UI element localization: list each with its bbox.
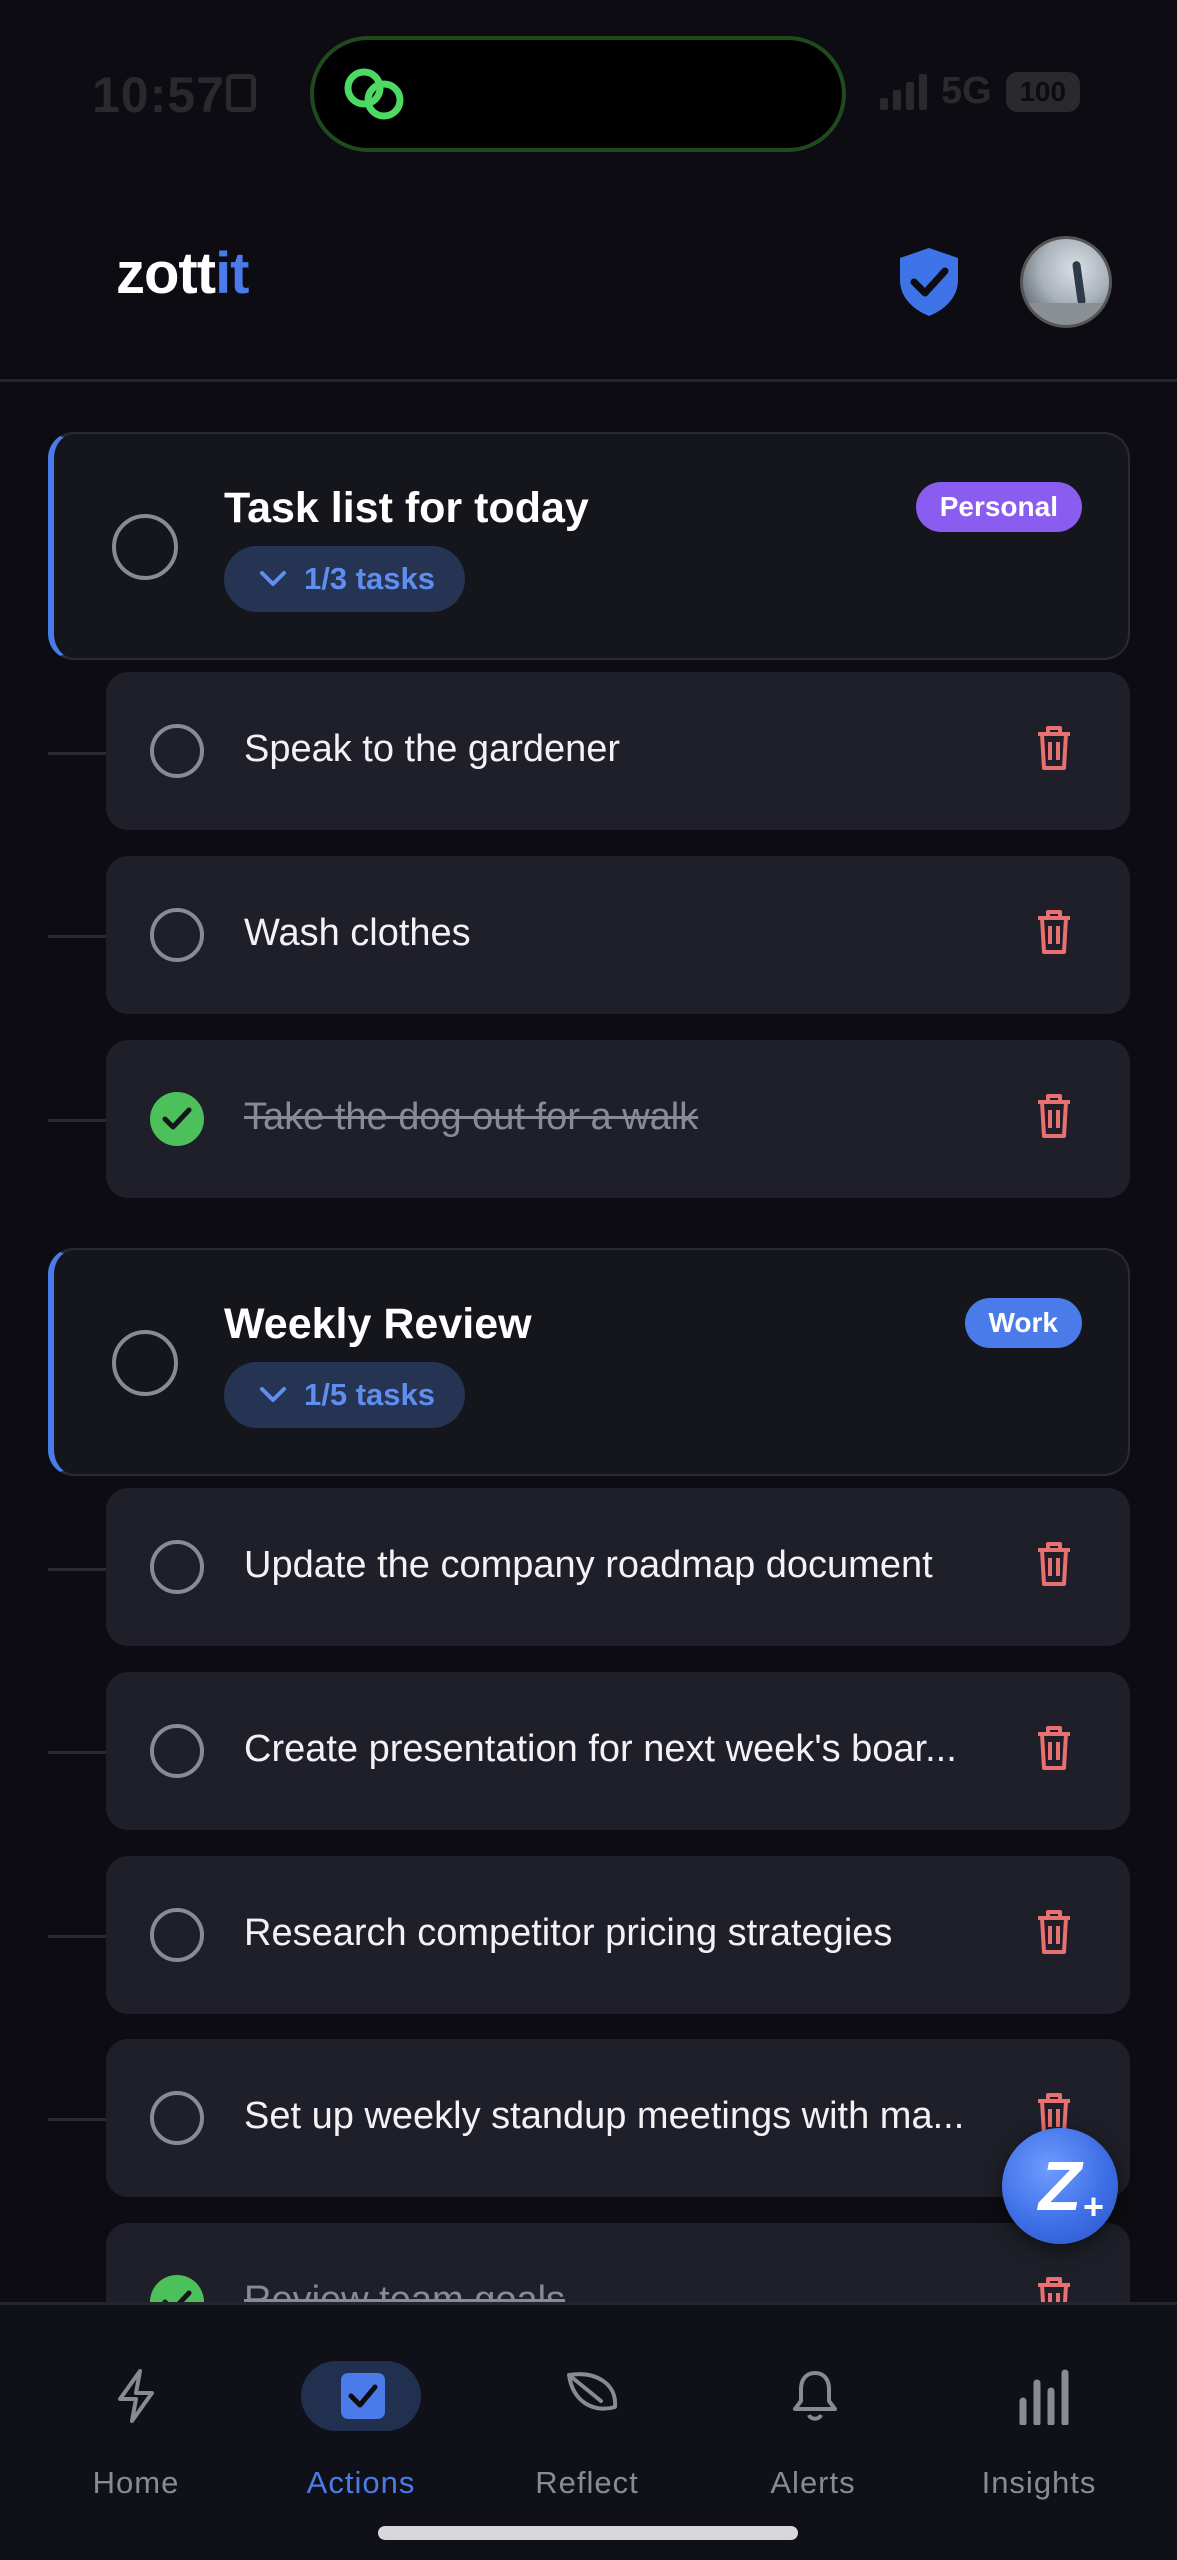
trash-icon[interactable] <box>1034 724 1074 772</box>
connector-line <box>48 1119 106 1122</box>
task-checkbox-checked[interactable] <box>150 2275 204 2302</box>
app-header: zottit <box>0 190 1177 382</box>
group-count-toggle[interactable]: 1/5 tasks <box>224 1362 465 1428</box>
task-checkbox[interactable] <box>150 724 204 778</box>
task-row[interactable]: Speak to the gardener <box>106 672 1130 830</box>
status-bar: 10:57 5G 100 <box>0 0 1177 190</box>
task-checkbox[interactable] <box>150 2091 204 2145</box>
task-checkbox[interactable] <box>150 1540 204 1594</box>
task-text: Update the company roadmap document <box>244 1544 933 1586</box>
bar-chart-icon <box>1019 2369 1069 2425</box>
network-label: 5G <box>941 70 992 112</box>
trash-icon[interactable] <box>1034 1908 1074 1956</box>
nav-insights[interactable]: Insights <box>939 2305 1139 2505</box>
category-badge: Work <box>964 1298 1082 1348</box>
lock-icon <box>226 74 256 112</box>
task-row[interactable]: Take the dog out for a walk <box>106 1040 1130 1198</box>
task-row[interactable]: Set up weekly standup meetings with ma..… <box>106 2039 1130 2197</box>
bottom-navigation: Home Actions Reflect Alerts Insights <box>0 2302 1177 2560</box>
connector-line <box>48 1751 106 1754</box>
task-checkbox-checked[interactable] <box>150 1092 204 1146</box>
battery-icon: 100 <box>1005 71 1080 112</box>
task-group-card[interactable]: Task list for today 1/3 tasks Personal <box>48 432 1130 660</box>
nav-reflect[interactable]: Reflect <box>487 2305 687 2505</box>
task-checkbox[interactable] <box>150 1724 204 1778</box>
add-task-fab[interactable]: Z + <box>1002 2128 1118 2244</box>
task-text: Wash clothes <box>244 912 471 954</box>
check-icon <box>162 1107 192 1130</box>
task-row[interactable]: Wash clothes <box>106 856 1130 1014</box>
status-indicators: 5G 100 <box>880 70 1080 113</box>
nav-home[interactable]: Home <box>36 2305 236 2505</box>
group-checkbox[interactable] <box>112 514 178 580</box>
group-title: Task list for today <box>224 484 589 532</box>
task-text: Review team goals <box>244 2279 566 2302</box>
trash-icon[interactable] <box>1034 908 1074 956</box>
checkbox-icon <box>341 2373 385 2419</box>
lightning-icon <box>118 2369 154 2423</box>
nav-actions[interactable]: Actions <box>261 2305 461 2505</box>
task-checkbox[interactable] <box>150 1908 204 1962</box>
connector-line <box>48 1568 106 1571</box>
connector-line <box>48 935 106 938</box>
link-icon <box>344 68 404 120</box>
connector-line <box>48 2118 106 2121</box>
task-text: Research competitor pricing strategies <box>244 1912 893 1954</box>
task-list: Task list for today 1/3 tasks Personal S… <box>0 382 1177 2302</box>
task-text: Set up weekly standup meetings with ma..… <box>244 2095 965 2137</box>
nav-alerts[interactable]: Alerts <box>713 2305 913 2505</box>
connector-line <box>48 1935 106 1938</box>
chevron-down-icon <box>260 571 286 586</box>
trash-icon[interactable] <box>1034 2275 1074 2302</box>
category-badge: Personal <box>915 482 1082 532</box>
dynamic-island <box>310 36 846 152</box>
task-row[interactable]: Update the company roadmap document <box>106 1488 1130 1646</box>
bell-icon <box>793 2371 837 2421</box>
task-text: Create presentation for next week's boar… <box>244 1728 957 1770</box>
task-row[interactable]: Review team goals <box>106 2223 1130 2302</box>
task-row[interactable]: Create presentation for next week's boar… <box>106 1672 1130 1830</box>
trash-icon[interactable] <box>1034 1724 1074 1772</box>
chevron-down-icon <box>260 1387 286 1402</box>
task-checkbox[interactable] <box>150 908 204 962</box>
check-icon <box>162 2290 192 2302</box>
status-time: 10:57 <box>92 67 225 123</box>
task-text: Take the dog out for a walk <box>244 1096 699 1138</box>
signal-icon <box>880 73 927 110</box>
plus-icon: + <box>1082 2186 1104 2227</box>
group-count-toggle[interactable]: 1/3 tasks <box>224 546 465 612</box>
task-text: Speak to the gardener <box>244 728 621 770</box>
shield-check-icon[interactable] <box>896 246 962 318</box>
task-row[interactable]: Research competitor pricing strategies <box>106 1856 1130 2014</box>
group-title: Weekly Review <box>224 1300 532 1348</box>
group-checkbox[interactable] <box>112 1330 178 1396</box>
trash-icon[interactable] <box>1034 1092 1074 1140</box>
home-indicator <box>378 2526 798 2540</box>
connector-line <box>48 752 106 755</box>
trash-icon[interactable] <box>1034 1540 1074 1588</box>
task-group-card[interactable]: Weekly Review 1/5 tasks Work <box>48 1248 1130 1476</box>
app-logo: zottit <box>116 241 250 306</box>
leaf-icon <box>567 2372 618 2411</box>
avatar[interactable] <box>1020 236 1112 328</box>
